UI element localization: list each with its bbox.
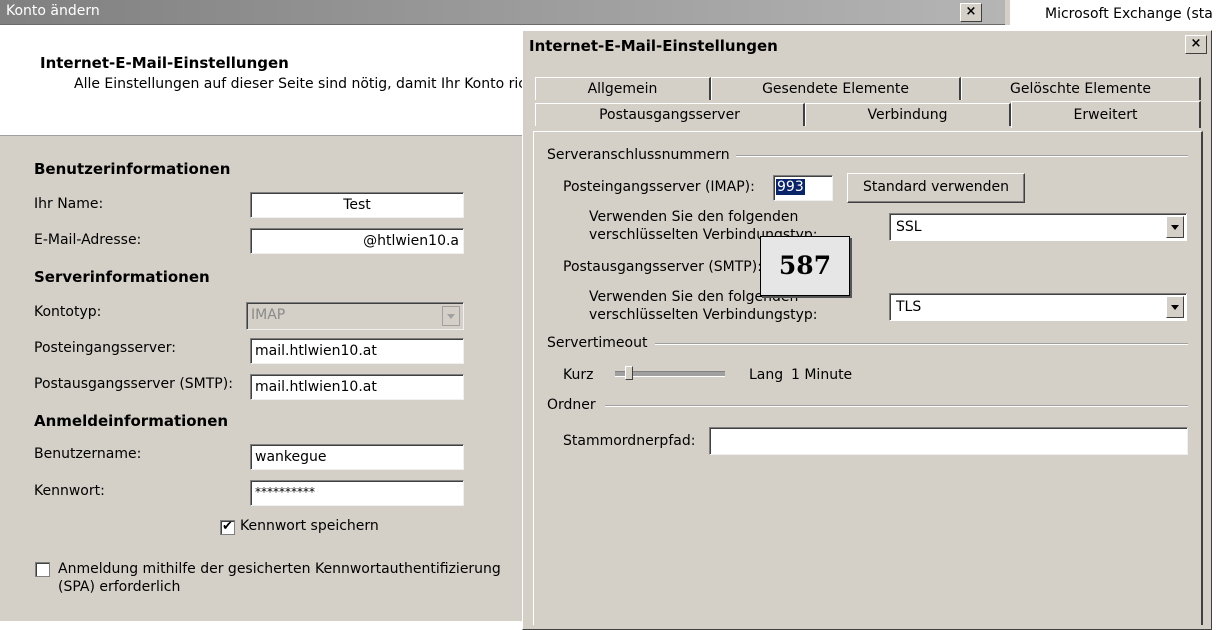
- timeout-group-label: Servertimeout: [547, 335, 654, 351]
- timeout-slider-thumb[interactable]: [625, 366, 634, 380]
- advanced-tab-page: [533, 131, 1203, 625]
- smtp-encryption-select[interactable]: TLS: [889, 293, 1187, 321]
- use-default-button[interactable]: Standard verwenden: [847, 173, 1025, 203]
- outgoing-server-label: Postausgangsserver (SMTP):: [34, 376, 233, 392]
- smtp-port-label: Postausgangsserver (SMTP):: [563, 259, 762, 275]
- timeout-short-label: Kurz: [563, 367, 594, 383]
- account-type-value: IMAP: [251, 307, 286, 323]
- email-label: E-Mail-Adresse:: [34, 232, 142, 248]
- tab-postausgangsserver[interactable]: Postausgangsserver: [535, 103, 805, 126]
- server-ports-group-label: Serveranschlussnummern: [547, 147, 736, 163]
- group-divider: [655, 343, 1188, 345]
- chevron-down-icon: [442, 306, 460, 326]
- spa-checkbox[interactable]: [35, 562, 50, 577]
- name-value: Test: [343, 197, 371, 213]
- timeout-value: 1 Minute: [791, 367, 853, 383]
- username-value: wankegue: [255, 449, 327, 465]
- imap-encryption-label-line1: Verwenden Sie den folgenden: [589, 209, 799, 225]
- server-info-heading: Serverinformationen: [34, 268, 210, 286]
- outgoing-server-field[interactable]: mail.htlwien10.at: [250, 374, 464, 400]
- smtp-port-value[interactable]: 587: [760, 236, 850, 296]
- tab-verbindung[interactable]: Verbindung: [805, 103, 1011, 126]
- timeout-long-label: Lang: [749, 367, 784, 383]
- root-path-label: Stammordnerpfad:: [563, 433, 696, 449]
- chevron-down-icon[interactable]: [1166, 216, 1184, 238]
- page-subtitle: Alle Einstellungen auf dieser Seite sind…: [74, 76, 524, 92]
- password-value: **********: [255, 485, 315, 499]
- account-window-titlebar[interactable]: Konto ändern: [0, 0, 1005, 25]
- save-password-label: Kennwort speichern: [240, 518, 379, 534]
- imap-port-label: Posteingangsserver (IMAP):: [563, 179, 755, 195]
- save-password-checkbox[interactable]: ✔: [220, 520, 235, 535]
- email-field[interactable]: @htlwien10.a: [250, 228, 464, 254]
- folders-group-label: Ordner: [547, 397, 602, 413]
- imap-encryption-value: SSL: [896, 219, 922, 235]
- email-value: @htlwien10.a: [363, 233, 459, 249]
- root-path-field[interactable]: [709, 427, 1188, 455]
- name-label: Ihr Name:: [34, 196, 104, 212]
- dialog-title: Internet-E-Mail-Einstellungen: [529, 37, 778, 55]
- window-title: Konto ändern: [6, 3, 100, 19]
- group-divider: [728, 155, 1188, 157]
- spa-label-line1: Anmeldung mithilfe der gesicherten Kennw…: [58, 561, 501, 577]
- account-type-select: IMAP: [246, 302, 464, 330]
- internet-email-settings-dialog: Internet-E-Mail-Einstellungen × Allgemei…: [522, 30, 1212, 630]
- page-title: Internet-E-Mail-Einstellungen: [40, 54, 289, 72]
- login-info-heading: Anmeldeinformationen: [34, 412, 229, 430]
- exchange-option-label: Microsoft Exchange (sta: [1045, 6, 1213, 22]
- user-info-heading: Benutzerinformationen: [34, 160, 231, 178]
- smtp-encryption-value: TLS: [896, 299, 922, 315]
- imap-encryption-select[interactable]: SSL: [889, 213, 1187, 241]
- close-icon[interactable]: ×: [1185, 35, 1207, 54]
- password-label: Kennwort:: [34, 483, 105, 499]
- tab-gesendete-elemente[interactable]: Gesendete Elemente: [711, 77, 961, 100]
- imap-port-field[interactable]: 993: [773, 175, 833, 201]
- imap-port-value: 993: [776, 179, 805, 195]
- chevron-down-icon[interactable]: [1166, 296, 1184, 318]
- password-field[interactable]: **********: [250, 480, 464, 506]
- group-divider: [605, 405, 1188, 407]
- username-field[interactable]: wankegue: [250, 444, 464, 470]
- incoming-server-field[interactable]: mail.htlwien10.at: [250, 338, 464, 364]
- account-type-label: Kontotyp:: [34, 304, 102, 320]
- username-label: Benutzername:: [34, 446, 142, 462]
- name-field[interactable]: Test: [250, 192, 464, 218]
- smtp-encryption-label-line2: verschlüsselten Verbindungstyp:: [589, 307, 818, 323]
- incoming-server-value: mail.htlwien10.at: [255, 343, 377, 359]
- spa-label-line2: (SPA) erforderlich: [58, 579, 181, 595]
- incoming-server-label: Posteingangsserver:: [34, 340, 176, 356]
- tab-allgemein[interactable]: Allgemein: [535, 77, 711, 100]
- tab-geloeschte-elemente[interactable]: Gelöschte Elemente: [961, 77, 1201, 100]
- close-icon[interactable]: ×: [960, 3, 982, 22]
- outgoing-server-value: mail.htlwien10.at: [255, 379, 377, 395]
- tab-erweitert[interactable]: Erweitert: [1011, 101, 1201, 128]
- dialog-titlebar[interactable]: Internet-E-Mail-Einstellungen: [525, 33, 1208, 57]
